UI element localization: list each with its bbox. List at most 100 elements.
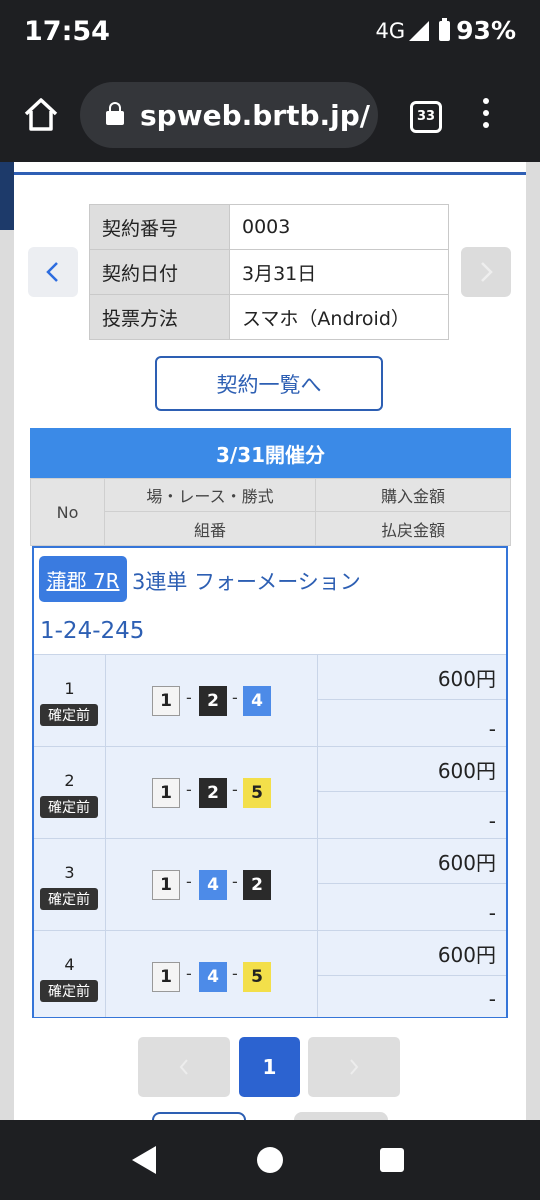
combination-cell: 1 - 2 - 5 [105,747,318,839]
table-row: 1 確定前 1 - 2 - 4 600円 - [34,654,506,747]
combination-cell: 1 - 2 - 4 [105,655,318,747]
ticket-no: 4 [64,955,75,974]
home-icon[interactable] [20,94,62,136]
contract-row-date: 契約日付 3月31日 [89,249,449,295]
combination-cell: 1 - 4 - 5 [105,931,318,1017]
combination-cell: 1 - 4 - 2 [105,839,318,931]
venue-race-link[interactable]: 蒲郡 7R [39,556,127,602]
separator: - [232,964,238,983]
contract-key: 契約番号 [89,204,230,250]
prev-contract-button[interactable] [28,247,78,297]
browser-toolbar: spweb.brtb.jp/ 33 [0,70,540,162]
ticket-no: 2 [64,771,75,790]
bet-type-label: 3連単 フォーメーション [132,570,361,594]
contract-key: 投票方法 [89,294,230,340]
battery-percent: 93% [456,16,516,45]
signal-icon [409,20,430,41]
address-bar[interactable]: spweb.brtb.jp/ [80,82,378,148]
contract-value: 0003 [229,204,449,250]
boat-number: 1 [152,778,180,808]
table-row: 2 確定前 1 - 2 - 5 600円 - [34,746,506,839]
more-menu-icon[interactable] [482,98,490,134]
purchase-amount: 600円 [317,839,506,884]
recents-icon[interactable] [380,1148,404,1172]
table-row: 4 確定前 1 - 4 - 5 600円 - [34,930,506,1017]
tab-switcher-button[interactable]: 33 [410,101,442,133]
separator: - [232,780,238,799]
network-label: 4G [375,18,406,43]
boat-number: 5 [243,962,271,992]
separator: - [186,780,192,799]
payout-amount: - [488,987,496,1011]
url-text: spweb.brtb.jp/ [140,98,371,132]
chevron-right-icon [350,1059,359,1075]
boat-number: 2 [243,870,271,900]
boat-number: 1 [152,870,180,900]
boat-number: 4 [199,962,227,992]
page-prev-button[interactable] [138,1037,230,1097]
status-badge: 確定前 [40,980,98,1002]
contract-info-table: 契約番号 0003 契約日付 3月31日 投票方法 スマホ（Android） [89,204,449,340]
boat-number: 4 [199,870,227,900]
page-next-button[interactable] [308,1037,400,1097]
boat-number: 2 [199,686,227,716]
system-nav-bar [0,1120,540,1200]
separator: - [186,964,192,983]
boat-number: 4 [243,686,271,716]
separator: - [232,688,238,707]
purchase-amount: 600円 [317,747,506,792]
lock-icon [106,102,124,125]
contract-row-number: 契約番号 0003 [89,204,449,250]
panel-top-border [14,172,526,175]
back-icon[interactable] [132,1146,156,1174]
ticket-no-cell: 1 確定前 [34,655,106,747]
boat-number: 2 [199,778,227,808]
header-purchase-amount: 購入金額 [315,478,511,512]
payout-amount: - [488,809,496,833]
header-venue-race-bet: 場・レース・勝式 [104,478,316,512]
contract-list-button[interactable]: 契約一覧へ [155,356,383,411]
ticket-no-cell: 3 確定前 [34,839,106,931]
header-no: No [30,478,105,546]
table-row: 3 確定前 1 - 4 - 2 600円 - [34,838,506,931]
ticket-no-cell: 2 確定前 [34,747,106,839]
session-date-bar: 3/31開催分 [30,428,511,478]
separator: - [186,872,192,891]
status-time: 17:54 [24,16,110,47]
status-badge: 確定前 [40,796,98,818]
header-combination: 組番 [104,511,316,546]
status-badge: 確定前 [40,888,98,910]
boat-number: 1 [152,962,180,992]
chevron-left-icon [179,1059,188,1075]
purchase-amount: 600円 [317,655,506,700]
contract-value: スマホ（Android） [229,294,449,340]
partial-outline-button[interactable] [152,1112,246,1120]
ticket-no: 1 [64,679,75,698]
chevron-left-icon [46,262,58,282]
status-bar: 17:54 4G 93% [0,0,540,70]
page-content: 契約番号 0003 契約日付 3月31日 投票方法 スマホ（Android） 契… [0,162,540,1120]
race-ticket-group: 蒲郡 7R 3連単 フォーメーション 1-24-245 1 確定前 1 - 2 … [32,546,508,1018]
status-badge: 確定前 [40,704,98,726]
header-payout-amount: 払戻金額 [315,511,511,546]
ticket-no-cell: 4 確定前 [34,931,106,1017]
purchase-amount: 600円 [317,931,506,976]
payout-amount: - [488,901,496,925]
partial-gray-button[interactable] [294,1112,388,1120]
next-contract-button[interactable] [461,247,511,297]
separator: - [232,872,238,891]
boat-number: 1 [152,686,180,716]
background-header-strip [0,162,14,230]
chevron-right-icon [481,262,493,282]
page-current-button[interactable]: 1 [239,1037,300,1097]
contract-detail-panel: 契約番号 0003 契約日付 3月31日 投票方法 スマホ（Android） 契… [14,162,526,1120]
combination-summary: 1-24-245 [40,618,145,644]
status-indicators: 4G 93% [376,16,516,45]
payout-amount: - [488,717,496,741]
home-circle-icon[interactable] [257,1147,283,1173]
ticket-no: 3 [64,863,75,882]
contract-row-method: 投票方法 スマホ（Android） [89,294,449,340]
contract-key: 契約日付 [89,249,230,295]
separator: - [186,688,192,707]
contract-value: 3月31日 [229,249,449,295]
